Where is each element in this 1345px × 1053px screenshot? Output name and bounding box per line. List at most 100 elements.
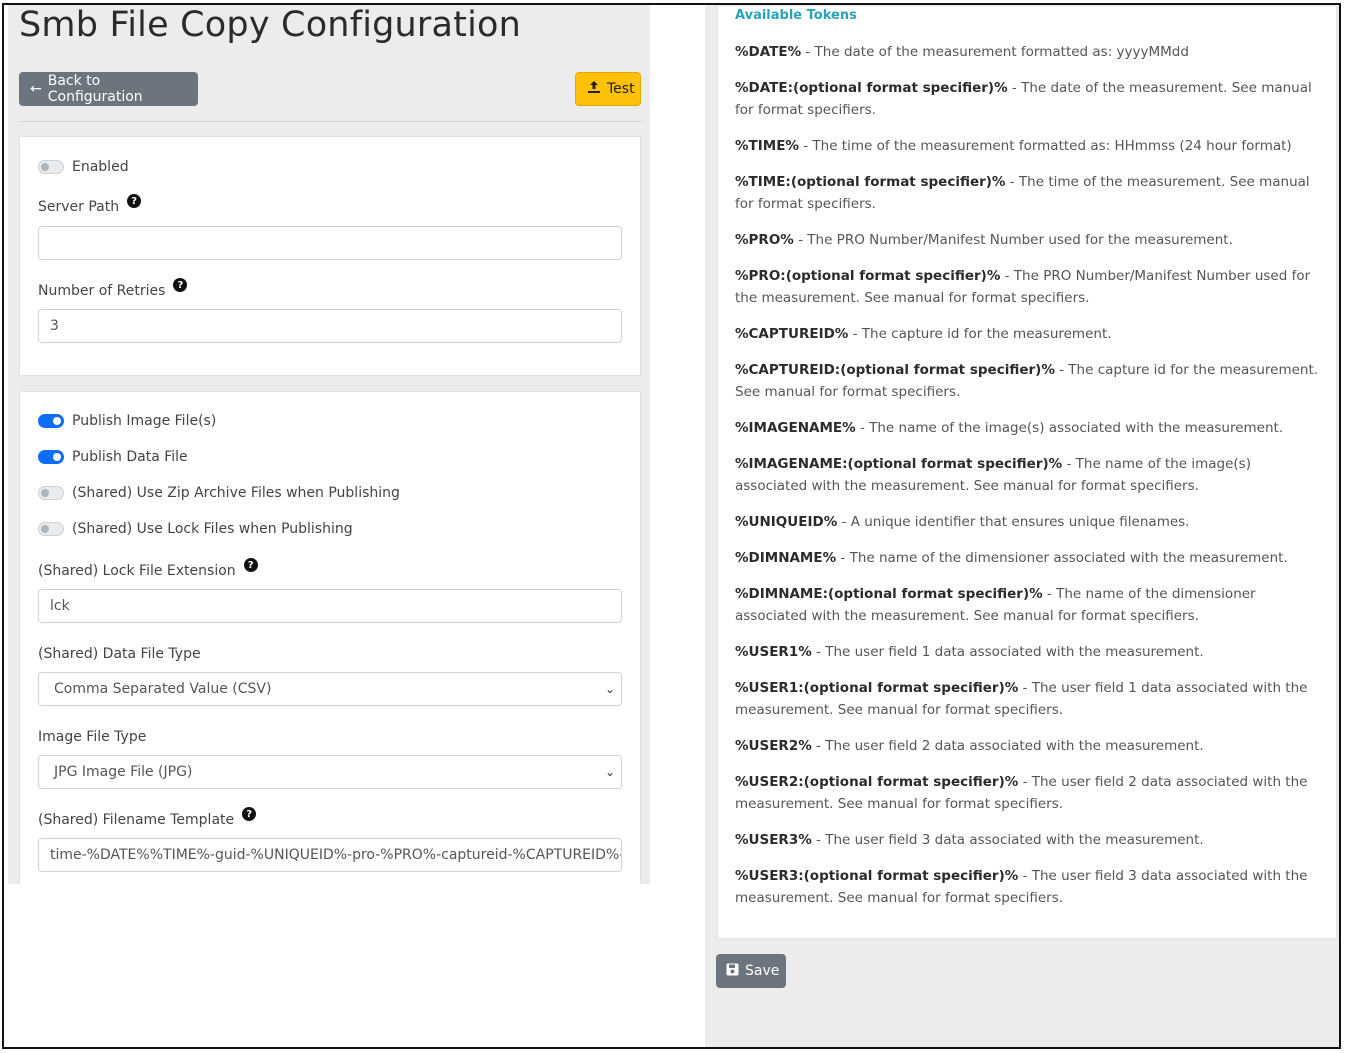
image-file-type-value: JPG Image File (JPG) xyxy=(54,764,193,780)
token-item: %USER3% - The user field 3 data associat… xyxy=(735,829,1320,851)
retries-label: Number of Retries ? xyxy=(38,278,188,299)
token-desc: - The name of the image(s) associated wi… xyxy=(855,420,1284,436)
token-desc: - The name of the dimensioner associated… xyxy=(836,550,1288,566)
token-item: %DATE% - The date of the measurement for… xyxy=(735,41,1320,63)
token-desc: - The time of the measurement formatted … xyxy=(798,138,1292,154)
token-name: %DIMNAME:(optional format specifier)% xyxy=(735,586,1043,602)
tokens-panel: Available Tokens %DATE% - The date of th… xyxy=(705,5,1339,1047)
token-name: %DIMNAME% xyxy=(735,550,837,566)
token-name: %IMAGENAME:(optional format specifier)% xyxy=(735,456,1063,472)
zip-archive-toggle[interactable]: (Shared) Use Zip Archive Files when Publ… xyxy=(38,485,400,501)
page-title: Smb File Copy Configuration xyxy=(19,5,522,45)
token-name: %PRO:(optional format specifier)% xyxy=(735,268,1001,284)
server-path-label-text: Server Path xyxy=(38,199,120,215)
token-name: %USER3% xyxy=(735,832,812,848)
publish-image-toggle[interactable]: Publish Image File(s) xyxy=(38,413,216,429)
image-file-type-label: Image File Type xyxy=(38,729,147,745)
toggle-label: (Shared) Use Lock Files when Publishing xyxy=(72,521,353,537)
token-desc: - The date of the measurement formatted … xyxy=(801,44,1189,60)
enabled-label: Enabled xyxy=(72,159,129,175)
token-name: %CAPTUREID:(optional format specifier)% xyxy=(735,362,1055,378)
token-item: %DATE:(optional format specifier)% - The… xyxy=(735,77,1320,121)
server-path-input[interactable] xyxy=(38,226,622,260)
token-name: %USER2% xyxy=(735,738,812,754)
publish-data-toggle[interactable]: Publish Data File xyxy=(38,449,188,465)
test-button-label: Test xyxy=(607,81,635,97)
token-name: %CAPTUREID% xyxy=(735,326,849,342)
toggle-switch[interactable] xyxy=(38,486,64,500)
token-item: %IMAGENAME:(optional format specifier)% … xyxy=(735,453,1320,497)
token-desc: - The capture id for the measurement. xyxy=(848,326,1112,342)
toggle-label: Publish Image File(s) xyxy=(72,413,217,429)
image-file-type-select[interactable]: JPG Image File (JPG) ⌄ xyxy=(38,755,622,789)
retries-input[interactable]: 3 xyxy=(38,309,622,343)
back-to-configuration-button[interactable]: ← Back to Configuration xyxy=(19,72,198,106)
token-name: %UNIQUEID% xyxy=(735,514,838,530)
help-icon[interactable]: ? xyxy=(173,278,188,292)
divider xyxy=(19,121,641,122)
toggle-switch[interactable] xyxy=(38,522,64,536)
token-name: %USER3:(optional format specifier)% xyxy=(735,868,1019,884)
toggle-switch[interactable] xyxy=(38,160,64,174)
token-desc: - The PRO Number/Manifest Number used fo… xyxy=(793,232,1233,248)
token-item: %DIMNAME:(optional format specifier)% - … xyxy=(735,583,1320,627)
token-name: %USER1:(optional format specifier)% xyxy=(735,680,1019,696)
toggle-switch[interactable] xyxy=(38,450,64,464)
server-path-label: Server Path ? xyxy=(38,194,142,215)
lock-extension-label-text: (Shared) Lock File Extension xyxy=(38,563,236,579)
arrow-left-icon: ← xyxy=(30,81,42,97)
token-item: %CAPTUREID% - The capture id for the mea… xyxy=(735,323,1320,345)
token-item: %TIME% - The time of the measurement for… xyxy=(735,135,1320,157)
token-item: %DIMNAME% - The name of the dimensioner … xyxy=(735,547,1320,569)
toggle-switch[interactable] xyxy=(38,414,64,428)
tokens-heading: Available Tokens xyxy=(735,8,857,23)
token-name: %DATE% xyxy=(735,44,802,60)
token-item: %CAPTUREID:(optional format specifier)% … xyxy=(735,359,1320,403)
token-item: %TIME:(optional format specifier)% - The… xyxy=(735,171,1320,215)
token-name: %USER2:(optional format specifier)% xyxy=(735,774,1019,790)
filename-template-input[interactable]: time-%DATE%%TIME%-guid-%UNIQUEID%-pro-%P… xyxy=(38,838,622,872)
config-panel: Smb File Copy Configuration ← Back to Co… xyxy=(8,5,650,884)
token-item: %USER1:(optional format specifier)% - Th… xyxy=(735,677,1320,721)
data-file-type-value: Comma Separated Value (CSV) xyxy=(54,681,272,697)
enabled-toggle[interactable]: Enabled xyxy=(38,159,129,175)
token-item: %USER2% - The user field 2 data associat… xyxy=(735,735,1320,757)
lock-extension-label: (Shared) Lock File Extension ? xyxy=(38,558,258,579)
token-item: %PRO% - The PRO Number/Manifest Number u… xyxy=(735,229,1320,251)
data-file-type-select[interactable]: Comma Separated Value (CSV) ⌄ xyxy=(38,672,622,706)
lock-files-toggle[interactable]: (Shared) Use Lock Files when Publishing xyxy=(38,521,353,537)
filename-template-label-text: (Shared) Filename Template xyxy=(38,812,235,828)
token-name: %TIME% xyxy=(735,138,799,154)
general-settings-card: Enabled Server Path ? Number of Retries … xyxy=(19,136,641,376)
publish-settings-card: Publish Image File(s) Publish Data File … xyxy=(19,391,641,884)
available-tokens-card: Available Tokens %DATE% - The date of th… xyxy=(717,5,1337,939)
toggle-label: Publish Data File xyxy=(72,449,188,465)
token-name: %TIME:(optional format specifier)% xyxy=(735,174,1006,190)
upload-icon xyxy=(587,80,601,98)
help-icon[interactable]: ? xyxy=(243,558,258,572)
token-item: %USER1% - The user field 1 data associat… xyxy=(735,641,1320,663)
token-item: %USER3:(optional format specifier)% - Th… xyxy=(735,865,1320,909)
help-icon[interactable]: ? xyxy=(127,194,142,208)
save-button-label: Save xyxy=(745,963,780,979)
token-name: %PRO% xyxy=(735,232,794,248)
retries-label-text: Number of Retries xyxy=(38,283,166,299)
token-name: %IMAGENAME% xyxy=(735,420,856,436)
token-desc: - The user field 3 data associated with … xyxy=(811,832,1204,848)
save-button[interactable]: Save xyxy=(716,954,786,988)
token-desc: - The user field 1 data associated with … xyxy=(811,644,1204,660)
filename-template-label: (Shared) Filename Template ? xyxy=(38,807,257,828)
token-desc: - A unique identifier that ensures uniqu… xyxy=(837,514,1190,530)
token-name: %USER1% xyxy=(735,644,812,660)
token-item: %IMAGENAME% - The name of the image(s) a… xyxy=(735,417,1320,439)
token-item: %PRO:(optional format specifier)% - The … xyxy=(735,265,1320,309)
token-item: %USER2:(optional format specifier)% - Th… xyxy=(735,771,1320,815)
token-desc: - The user field 2 data associated with … xyxy=(811,738,1204,754)
test-button[interactable]: Test xyxy=(575,72,641,106)
data-file-type-label: (Shared) Data File Type xyxy=(38,646,201,662)
lock-extension-input[interactable]: lck xyxy=(38,589,622,623)
floppy-disk-icon xyxy=(726,963,739,980)
help-icon[interactable]: ? xyxy=(242,807,257,821)
chevron-down-icon: ⌄ xyxy=(604,765,615,779)
back-button-label: Back to Configuration xyxy=(47,73,143,105)
